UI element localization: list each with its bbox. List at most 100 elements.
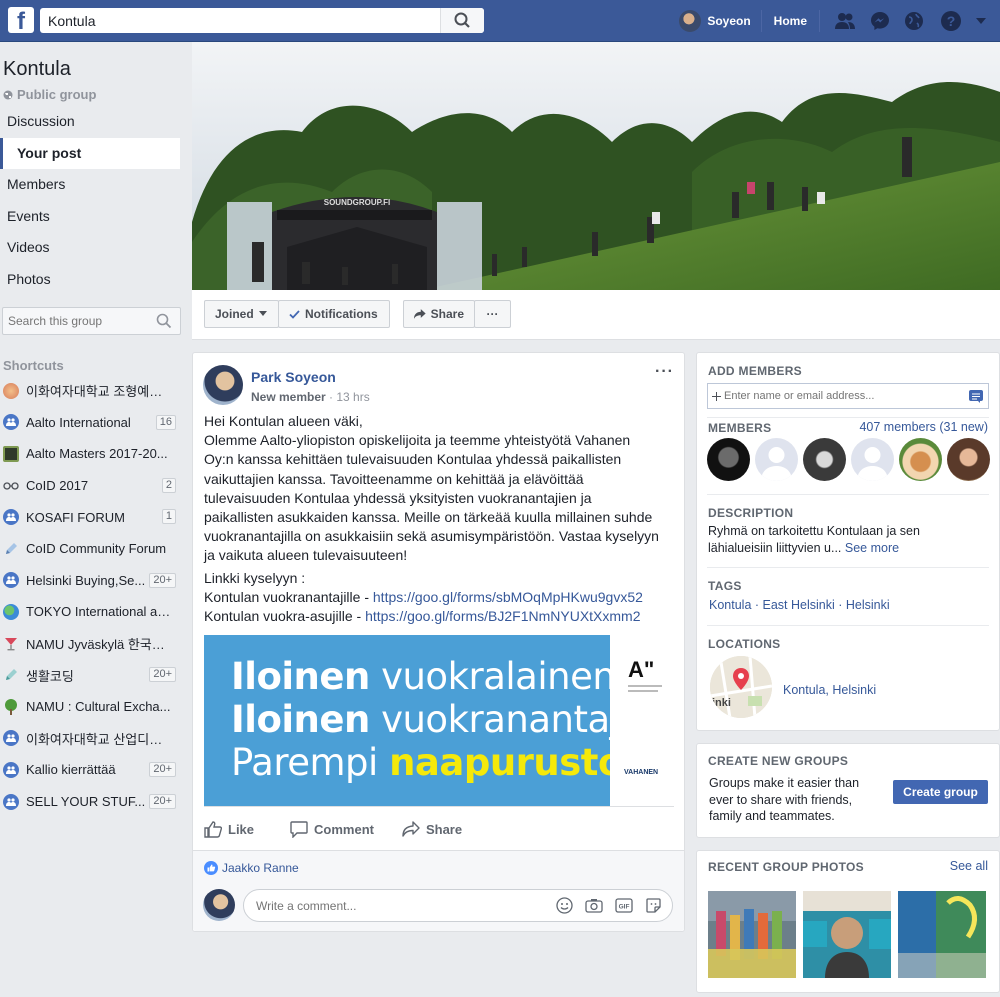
- post-author-name[interactable]: Park Soyeon: [251, 369, 336, 385]
- avatar[interactable]: [803, 438, 846, 481]
- group-cover-photo[interactable]: SOUNDGROUP.FI: [192, 42, 1000, 290]
- shortcut-item[interactable]: Kallio kierrättää 20+: [0, 754, 180, 786]
- avatar[interactable]: [947, 438, 990, 481]
- profile-link[interactable]: Soyeon: [669, 10, 762, 32]
- shortcut-item[interactable]: CoID Community Forum: [0, 533, 180, 565]
- post-share-button[interactable]: Share: [402, 818, 462, 840]
- divider: [707, 625, 989, 626]
- link-preview-image[interactable]: Iloinen vuokralainen. Iloinen vuokranant…: [204, 635, 674, 807]
- divider: [707, 417, 989, 418]
- see-more-link[interactable]: See more: [845, 541, 899, 555]
- group-title[interactable]: Kontula: [3, 58, 71, 81]
- shortcut-item[interactable]: NAMU : Cultural Excha...: [0, 691, 180, 723]
- nav-item-events[interactable]: Events: [0, 201, 180, 233]
- create-groups-heading: CREATE NEW GROUPS: [708, 754, 849, 768]
- banner-text: Parempi: [231, 741, 390, 784]
- survey-link-tenants[interactable]: https://goo.gl/forms/BJ2F1NmNYUXtXxmm2: [365, 608, 640, 624]
- global-search-input[interactable]: [40, 8, 440, 33]
- nav-item-videos[interactable]: Videos: [0, 232, 180, 264]
- sticker-icon[interactable]: [645, 897, 662, 914]
- notification-count-badge: 16: [155, 414, 176, 430]
- logo-caption-line: [628, 690, 658, 692]
- avatar[interactable]: [851, 438, 894, 481]
- post-line: vaikuttajien kanssa. Tavoitteenamme on k…: [204, 470, 584, 487]
- emoji-icon[interactable]: [556, 897, 573, 914]
- nav-item-members[interactable]: Members: [0, 169, 180, 201]
- like-button[interactable]: Like: [204, 818, 254, 840]
- help-icon[interactable]: ?: [940, 10, 962, 32]
- shortcut-item[interactable]: Aalto Masters 2017-20...: [0, 438, 180, 470]
- create-groups-text: Groups make it easier than ever to share…: [709, 776, 860, 823]
- shortcut-item[interactable]: Aalto International 16: [0, 407, 180, 439]
- group-search-input[interactable]: [3, 308, 153, 334]
- messenger-icon[interactable]: [870, 11, 890, 31]
- comment-button[interactable]: Comment: [290, 818, 374, 840]
- tag-link[interactable]: Helsinki: [846, 598, 890, 612]
- shortcut-item[interactable]: 이화여자대학교 조형예술대학: [0, 375, 180, 407]
- links-intro: Linkki kyselyyn :: [204, 570, 306, 586]
- shortcut-item[interactable]: Helsinki Buying,Se... 20+: [0, 565, 180, 597]
- comment-input[interactable]: [244, 890, 544, 921]
- location-map-thumbnail[interactable]: inki: [710, 656, 772, 718]
- notifications-globe-icon[interactable]: [904, 11, 924, 31]
- shortcut-item[interactable]: KOSAFI FORUM 1: [0, 501, 180, 533]
- facebook-logo-icon[interactable]: f: [8, 7, 34, 35]
- gif-icon[interactable]: GIF: [615, 897, 633, 914]
- liker-name[interactable]: Jaakko Ranne: [222, 861, 299, 875]
- divider: [707, 567, 989, 568]
- camera-icon[interactable]: [585, 897, 603, 914]
- avatar[interactable]: [707, 438, 750, 481]
- banner-bold: Iloinen: [231, 698, 370, 741]
- search-icon[interactable]: [156, 313, 172, 329]
- shortcut-label: CoID Community Forum: [26, 541, 167, 557]
- avatar[interactable]: [899, 438, 942, 481]
- group-photo-thumbnail[interactable]: [708, 891, 796, 978]
- friend-requests-icon[interactable]: [834, 12, 856, 30]
- tag-link[interactable]: East Helsinki: [763, 598, 835, 612]
- shortcuts-heading: Shortcuts: [3, 358, 64, 373]
- check-icon: [289, 309, 300, 319]
- top-icons: [820, 11, 924, 31]
- search-button[interactable]: [440, 8, 484, 33]
- post-timestamp[interactable]: 13 hrs: [336, 390, 369, 404]
- joined-button[interactable]: Joined: [204, 300, 279, 328]
- nav-item-discussion[interactable]: Discussion: [0, 106, 180, 138]
- shortcut-label: 이화여자대학교 산업디자인: [26, 731, 171, 747]
- shortcut-label: Aalto Masters 2017-20...: [26, 446, 168, 462]
- post-options-icon[interactable]: ···: [655, 363, 674, 381]
- avatar[interactable]: [755, 438, 798, 481]
- group-photo-thumbnail[interactable]: [803, 891, 891, 978]
- banner-line-1: Iloinen vuokralainen.: [231, 655, 627, 698]
- survey-link-landlords[interactable]: https://goo.gl/forms/sbMOqMpHKwu9gvx52: [373, 589, 643, 605]
- tag-link[interactable]: Kontula: [709, 598, 751, 612]
- add-members-input[interactable]: [708, 384, 958, 408]
- post-meta: New member · 13 hrs: [251, 390, 370, 404]
- group-photo-thumbnail[interactable]: [898, 891, 986, 978]
- nav-item-photos[interactable]: Photos: [0, 264, 180, 296]
- location-place-link[interactable]: Kontula: [783, 683, 825, 697]
- shortcut-item[interactable]: CoID 2017 2: [0, 470, 180, 502]
- members-count-link[interactable]: 407 members (31 new): [859, 420, 988, 434]
- shortcut-item[interactable]: TOKYO International af...: [0, 596, 180, 628]
- nav-item-your-post[interactable]: Your post: [0, 137, 180, 170]
- shortcut-item[interactable]: 생활코딩 20+: [0, 659, 180, 691]
- share-button[interactable]: Share: [403, 300, 475, 328]
- group-photo-icon: [3, 445, 19, 462]
- more-options-button[interactable]: ···: [474, 300, 511, 328]
- create-group-button[interactable]: Create group: [893, 780, 988, 804]
- shortcut-item[interactable]: SELL YOUR STUF... 20+: [0, 786, 180, 818]
- members-heading: MEMBERS: [708, 421, 772, 435]
- banner-line-3: Parempi naapurusto!: [231, 741, 640, 784]
- shortcut-item[interactable]: NAMU Jyväskylä 한국인...: [0, 628, 180, 660]
- contact-card-icon[interactable]: [969, 390, 983, 403]
- location-city-link[interactable]: Helsinki: [832, 683, 876, 697]
- dropdown-caret-icon[interactable]: [972, 15, 990, 27]
- notifications-button[interactable]: Notifications: [278, 300, 390, 328]
- avatar[interactable]: [203, 365, 243, 405]
- map-label: inki: [712, 697, 731, 709]
- add-members-heading: ADD MEMBERS: [708, 364, 802, 378]
- more-options-icon: ···: [486, 307, 499, 321]
- shortcut-item[interactable]: 이화여자대학교 산업디자인: [0, 723, 180, 755]
- see-all-link[interactable]: See all: [950, 859, 988, 873]
- home-link[interactable]: Home: [762, 10, 820, 32]
